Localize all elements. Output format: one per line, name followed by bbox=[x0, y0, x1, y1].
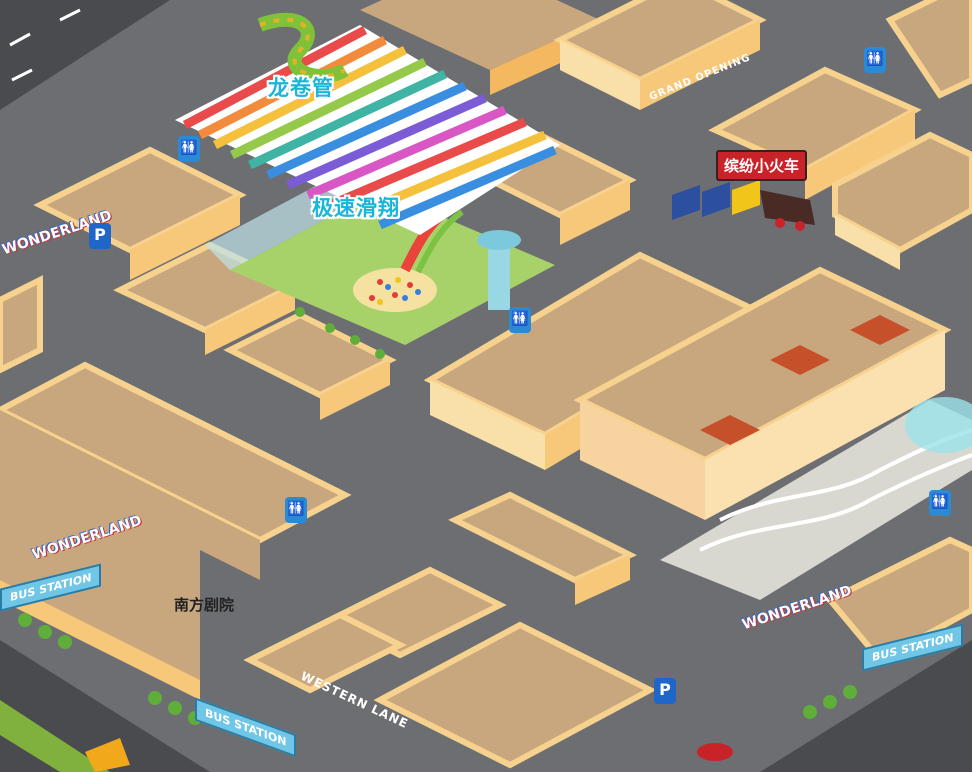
little-train-label[interactable]: 缤纷小火车 bbox=[716, 150, 808, 181]
restroom-icon-3[interactable]: 🚻 bbox=[509, 307, 531, 333]
ball-pit bbox=[353, 268, 437, 312]
speed-glide-label[interactable]: 极速滑翔 bbox=[312, 192, 400, 222]
nanfang-theater-sign[interactable]: 南方剧院 bbox=[172, 588, 236, 622]
restroom-icon-5[interactable]: 🚻 bbox=[929, 490, 951, 516]
restroom-icon-1[interactable]: 🚻 bbox=[178, 136, 200, 162]
theme-park-map: 龙卷管 极速滑翔 缤纷小火车 南方剧院 WESTERN LANE GRAND O… bbox=[0, 0, 972, 772]
dragon-tube-label[interactable]: 龙卷管 bbox=[268, 72, 334, 102]
restroom-icon-4[interactable]: 🚻 bbox=[285, 497, 307, 523]
red-car bbox=[697, 743, 733, 761]
map-canvas bbox=[0, 0, 972, 772]
parking-icon-bottom[interactable]: P bbox=[654, 678, 676, 704]
parking-icon-left[interactable]: P bbox=[89, 223, 111, 249]
restroom-icon-2[interactable]: 🚻 bbox=[864, 47, 886, 73]
